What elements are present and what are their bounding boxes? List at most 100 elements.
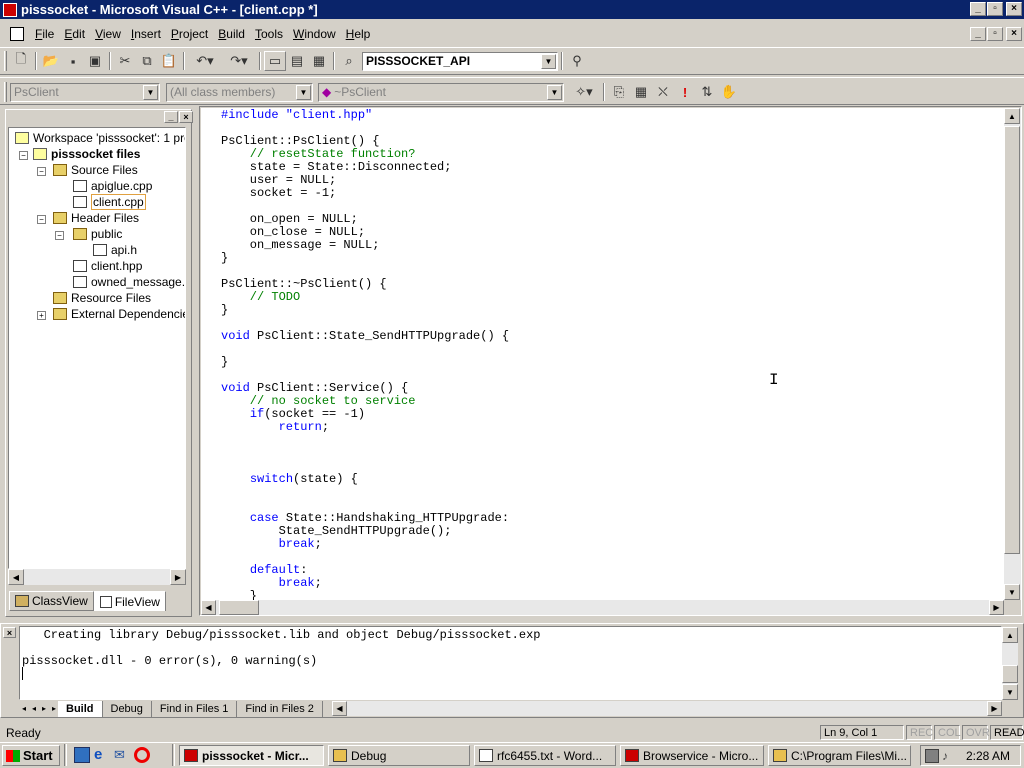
stop-build-icon[interactable]: ⛌ (652, 82, 674, 102)
editor-horizontal-scrollbar[interactable]: ◀ ▶ (201, 600, 1004, 615)
find-combo[interactable]: PISSSOCKET_API ▼ (362, 51, 558, 71)
chevron-down-icon[interactable]: ▼ (547, 84, 562, 100)
tree-project[interactable]: pisssocket files (33, 146, 140, 162)
taskbar-task[interactable]: rfc6455.txt - Word... (474, 745, 616, 766)
start-button[interactable]: Start (2, 745, 60, 766)
opera-icon[interactable] (134, 747, 150, 763)
tree-horizontal-scrollbar[interactable]: ◀ ▶ (8, 569, 186, 585)
menu-file[interactable]: File (30, 27, 59, 41)
taskbar-task[interactable]: Browservice - Micro... (620, 745, 764, 766)
new-text-file-icon[interactable]: 🗋 (10, 51, 32, 71)
output-horizontal-scrollbar[interactable]: ◀ ▶ (332, 701, 1002, 716)
chevron-down-icon[interactable]: ▼ (143, 84, 158, 100)
taskbar-task[interactable]: Debug (328, 745, 470, 766)
output-tab-find-in-files-1[interactable]: Find in Files 1 (152, 700, 238, 717)
member-combo[interactable]: ◆ ~PsClient ▼ (318, 82, 564, 102)
chevron-down-icon[interactable]: ▼ (296, 84, 311, 100)
scroll-left-icon[interactable]: ◀ (332, 701, 347, 716)
wizard-action-icon[interactable]: ✧▾ (568, 82, 600, 102)
tree-file-clienthpp[interactable]: client.hpp (73, 258, 142, 274)
save-all-icon[interactable]: ▣ (84, 51, 106, 71)
tray-network-icon[interactable] (925, 748, 939, 763)
panel-close-button[interactable]: × (179, 111, 193, 123)
scroll-thumb[interactable] (1004, 126, 1020, 554)
expander-collapse-icon[interactable]: − (55, 231, 64, 240)
scroll-thumb[interactable] (1002, 665, 1018, 683)
output-tab-build[interactable]: Build (58, 700, 103, 717)
output-close-button[interactable]: × (3, 627, 16, 638)
undo-icon[interactable]: ↶▾ (188, 51, 222, 71)
output-text[interactable]: Creating library Debug/pisssocket.lib an… (19, 626, 1002, 700)
app-icon[interactable] (3, 2, 17, 17)
cut-icon[interactable]: ✂ (114, 51, 136, 71)
tree-file-api[interactable]: api.h (93, 242, 137, 258)
show-desktop-icon[interactable] (74, 747, 90, 763)
taskbar-task[interactable]: C:\Program Files\Mi... (768, 745, 911, 766)
taskbar-task[interactable]: pisssocket - Micr... (179, 745, 324, 766)
menu-view[interactable]: View (90, 27, 126, 41)
scroll-right-icon[interactable]: ▶ (170, 569, 186, 585)
redo-icon[interactable]: ↷▾ (222, 51, 256, 71)
output-vertical-scrollbar[interactable]: ▲ ▼ (1002, 627, 1018, 700)
menu-project[interactable]: Project (166, 27, 213, 41)
window-list-icon[interactable]: ▦ (308, 51, 330, 71)
execute-icon[interactable]: ! (674, 82, 696, 102)
tree-file-apiglue[interactable]: apiglue.cpp (73, 178, 152, 194)
outlook-express-icon[interactable]: ✉ (114, 747, 130, 763)
find-in-files-icon[interactable]: ⌕ (338, 51, 360, 71)
mdi-minimize-button[interactable]: _ (970, 27, 986, 41)
expander-collapse-icon[interactable]: − (19, 151, 28, 160)
code-editor[interactable]: #include "client.hpp" PsClient::PsClient(… (201, 108, 1004, 600)
expander-collapse-icon[interactable]: − (37, 215, 46, 224)
tray-volume-icon[interactable]: ♪ (942, 749, 956, 763)
document-icon[interactable] (10, 27, 24, 41)
compile-icon[interactable]: ⎘ (608, 82, 630, 102)
clock[interactable]: 2:28 AM (966, 749, 1010, 763)
minimize-button[interactable]: _ (970, 2, 986, 16)
find-binoculars-icon[interactable]: ⚲ (566, 51, 588, 71)
scroll-thumb[interactable] (219, 600, 259, 615)
maximize-button[interactable]: ▫ (987, 2, 1003, 16)
tree-source-files[interactable]: Source Files (53, 162, 138, 178)
title-bar[interactable]: pisssocket - Microsoft Visual C++ - [cli… (0, 0, 1024, 19)
class-combo[interactable]: PsClient ▼ (10, 82, 160, 102)
menu-tools[interactable]: Tools (250, 27, 288, 41)
build-icon[interactable]: ▦ (630, 82, 652, 102)
save-icon[interactable]: ▪ (62, 51, 84, 71)
tab-scroll-next-icon[interactable]: ▸ (39, 701, 49, 715)
editor-vertical-scrollbar[interactable]: ▲ ▼ (1004, 108, 1021, 600)
expander-collapse-icon[interactable]: − (37, 167, 46, 176)
workspace-toggle-icon[interactable]: ▭ (264, 51, 286, 71)
copy-icon[interactable]: ⧉ (136, 51, 158, 71)
scroll-left-icon[interactable]: ◀ (8, 569, 24, 585)
scroll-down-icon[interactable]: ▼ (1002, 684, 1018, 700)
filter-combo[interactable]: (All class members) ▼ (166, 82, 313, 102)
menu-window[interactable]: Window (288, 27, 341, 41)
output-tab-debug[interactable]: Debug (103, 700, 152, 717)
close-button[interactable]: × (1006, 2, 1022, 16)
open-icon[interactable]: 📂 (40, 51, 62, 71)
tree-workspace-root[interactable]: Workspace 'pisssocket': 1 proje (15, 130, 185, 146)
chevron-down-icon[interactable]: ▼ (541, 53, 556, 69)
scroll-right-icon[interactable]: ▶ (987, 701, 1002, 716)
tree-header-files[interactable]: Header Files (53, 210, 139, 226)
menu-edit[interactable]: Edit (59, 27, 90, 41)
menu-build[interactable]: Build (213, 27, 250, 41)
tree-resource-files[interactable]: Resource Files (53, 290, 151, 306)
breakpoint-icon[interactable]: ✋ (718, 82, 740, 102)
scroll-down-icon[interactable]: ▼ (1004, 584, 1020, 600)
tree-external-dependencies[interactable]: External Dependencies (53, 306, 185, 322)
tree-file-owned-message[interactable]: owned_message.h (73, 274, 185, 290)
go-icon[interactable]: ⇅ (696, 82, 718, 102)
output-tab-find-in-files-2[interactable]: Find in Files 2 (237, 700, 323, 717)
tab-scroll-prev-icon[interactable]: ◂ (29, 701, 39, 715)
panel-minimize-button[interactable]: _ (164, 111, 178, 123)
scroll-right-icon[interactable]: ▶ (989, 600, 1004, 615)
tree-file-client[interactable]: client.cpp (73, 194, 146, 210)
tree-folder-public[interactable]: public (73, 226, 122, 242)
scroll-up-icon[interactable]: ▲ (1002, 627, 1018, 643)
tab-classview[interactable]: ClassView (9, 591, 94, 611)
scroll-up-icon[interactable]: ▲ (1004, 108, 1020, 124)
tab-scroll-first-icon[interactable]: ◂ (19, 701, 29, 715)
scroll-left-icon[interactable]: ◀ (201, 600, 216, 615)
